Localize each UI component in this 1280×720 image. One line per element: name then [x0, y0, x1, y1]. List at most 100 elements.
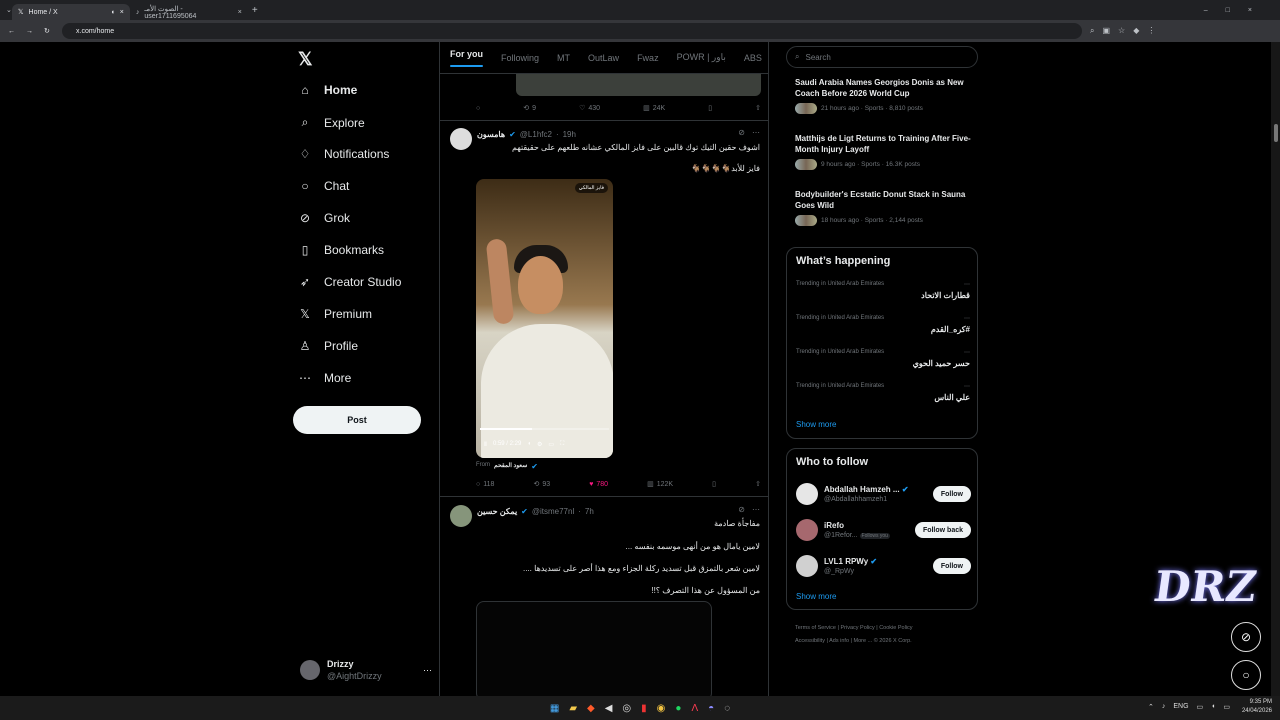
show-more-link[interactable]: Show more [796, 592, 836, 601]
sidebar-item-premium[interactable]: 𝕏 Premium [298, 307, 372, 321]
close-icon[interactable]: × [238, 9, 242, 16]
views-action[interactable]: ▥ 122K [647, 480, 673, 489]
news-item[interactable]: Matthijs de Ligt Returns to Training Aft… [795, 133, 971, 170]
more-icon[interactable]: ⋯ [964, 281, 970, 288]
brave-icon[interactable]: ◆ [587, 703, 595, 714]
follow-button[interactable]: Follow [932, 558, 971, 574]
pip-icon[interactable]: ▭ [548, 441, 554, 448]
grok-icon[interactable]: ⊘ [738, 505, 745, 514]
post-card[interactable]: يمكن حسين ✔ @itsme77nl · 7h ⊘ ⋯ مفاجأة ص… [440, 497, 768, 696]
discord-icon[interactable]: ◓ [708, 703, 714, 714]
tab-following[interactable]: Following [501, 53, 539, 63]
like-action[interactable]: ♥ 780 [589, 480, 608, 488]
tab-home-x[interactable]: 𝕏 Home / X ◖ × [11, 4, 130, 20]
bookmark-icon[interactable]: ▯ [712, 480, 716, 488]
settings-icon[interactable]: ⚙ [537, 441, 542, 448]
post-button[interactable]: Post [293, 406, 421, 434]
bookmark-icon[interactable]: ▯ [708, 104, 712, 112]
post-handle[interactable]: @itsme77nl [532, 507, 574, 516]
media-placeholder[interactable] [476, 601, 712, 696]
volume-icon[interactable]: ◖ [1211, 703, 1215, 711]
file-explorer-icon[interactable]: ▰ [569, 703, 577, 714]
sidebar-item-explore[interactable]: ⌕ Explore [298, 115, 365, 130]
sidebar-item-creator-studio[interactable]: ➶ Creator Studio [298, 275, 401, 289]
footer-link[interactable]: Terms of Service [795, 625, 836, 631]
windows-start-icon[interactable]: ▦ [550, 703, 559, 714]
scrollbar-thumb[interactable] [1274, 124, 1278, 142]
grok-icon[interactable]: ⊘ [738, 128, 745, 137]
reply-icon[interactable]: ○ [476, 104, 480, 112]
repost-action[interactable]: ⟲ 93 [533, 480, 550, 489]
follow-suggestion[interactable]: Abdallah Hamzeh ... ✔ @Abdallahhamzeh1 Fo… [796, 483, 971, 505]
trend-item[interactable]: Trending in United Arab Emirates ⋯ #كره_ال… [796, 315, 970, 334]
share-icon[interactable]: ⇧ [755, 480, 761, 488]
trend-item[interactable]: Trending in United Arab Emirates ⋯ قطارات … [796, 281, 970, 300]
language-indicator[interactable]: ENG [1173, 703, 1188, 711]
chat-icon[interactable]: ○ [1231, 660, 1261, 690]
address-bar[interactable]: x.com/home [62, 23, 1082, 39]
trend-item[interactable]: Trending in United Arab Emirates ⋯ حسر حمي… [796, 349, 970, 368]
forward-icon[interactable]: → [26, 28, 33, 35]
back-icon[interactable]: ← [8, 28, 15, 35]
app-icon[interactable]: ◀ [605, 703, 613, 714]
menu-icon[interactable]: ⋮ [1147, 26, 1155, 36]
spotify-icon[interactable]: ● [675, 703, 681, 714]
show-more-link[interactable]: Show more [796, 420, 836, 429]
tab-abs[interactable]: ABS [744, 53, 762, 63]
app-icon[interactable]: ◎ [622, 703, 631, 714]
follow-button[interactable]: Follow [932, 486, 971, 502]
page-scrollbar[interactable] [1271, 42, 1280, 696]
refresh-icon[interactable]: ↻ [44, 27, 50, 35]
footer-link[interactable]: Accessibility [795, 638, 825, 644]
sidebar-item-more[interactable]: ⋯ More [298, 371, 351, 385]
post-author-name[interactable]: يمكن حسين [477, 507, 517, 516]
star-icon[interactable]: ☆ [1118, 26, 1125, 36]
reply-action[interactable]: ○ 118 [476, 480, 494, 488]
post-time[interactable]: 19h [563, 130, 576, 139]
post-time[interactable]: 7h [585, 507, 594, 516]
new-tab-button[interactable]: + [252, 5, 258, 16]
x-logo-icon[interactable]: 𝕏 [298, 49, 313, 70]
more-icon[interactable]: ⋯ [964, 349, 970, 356]
close-icon[interactable]: × [120, 9, 124, 16]
more-icon[interactable]: ⋯ [964, 383, 970, 390]
post-handle[interactable]: @L1hfc2 [520, 130, 552, 139]
adobe-icon[interactable]: Λ [691, 703, 698, 714]
tab-powr[interactable]: POWR | باور [677, 52, 726, 63]
app-icon[interactable]: ▮ [641, 703, 647, 714]
video-player[interactable]: فايز المالكي Ⅱ 0:59 / 2:29 ◖ ⚙ ▭ ⛶ [476, 179, 613, 458]
avatar[interactable] [796, 555, 818, 577]
video-progress[interactable] [480, 428, 609, 430]
tab-mt[interactable]: MT [557, 53, 570, 63]
tab-outlaw[interactable]: OutLaw [588, 53, 619, 63]
footer-link[interactable]: More ... [854, 638, 873, 644]
avatar[interactable] [796, 483, 818, 505]
sidebar-item-profile[interactable]: ♙ Profile [298, 339, 358, 353]
footer-link[interactable]: Ads info [829, 638, 849, 644]
follow-back-button[interactable]: Follow back [914, 522, 971, 538]
source-name[interactable]: سعود المقحم [494, 462, 527, 471]
sidebar-item-bookmarks[interactable]: ▯ Bookmarks [298, 243, 384, 257]
pause-icon[interactable]: Ⅱ [484, 441, 487, 448]
like-action[interactable]: ♡ 430 [579, 104, 600, 113]
post-card[interactable]: هامسون ✔ @L1hfc2 · 19h ⊘ ⋯ اشوف حقين الت… [440, 121, 768, 497]
views-action[interactable]: ▥ 24K [643, 104, 665, 113]
sidebar-item-chat[interactable]: ○ Chat [298, 179, 349, 193]
sidebar-item-notifications[interactable]: ♢ Notifications [298, 147, 390, 161]
tab-menu-icon[interactable]: ⌄ [6, 6, 12, 14]
more-icon[interactable]: ⋯ [752, 505, 760, 514]
footer-link[interactable]: Privacy Policy [840, 625, 874, 631]
grok-icon[interactable]: ⊘ [1231, 622, 1261, 652]
chrome-icon[interactable]: ◉ [657, 703, 666, 714]
extension-icon[interactable]: ◆ [1133, 26, 1139, 36]
news-item[interactable]: Bodybuilder's Ecstatic Donut Stack in Sa… [795, 189, 971, 226]
network-icon[interactable]: ▭ [1197, 703, 1204, 711]
battery-icon[interactable]: ▭ [1223, 703, 1230, 711]
avatar[interactable] [450, 505, 472, 527]
avatar[interactable] [796, 519, 818, 541]
account-switcher[interactable]: Drizzy @AightDrizzy ⋯ [300, 659, 432, 681]
trend-item[interactable]: Trending in United Arab Emirates ⋯ علي الن… [796, 383, 970, 402]
repost-action[interactable]: ⟲ 9 [523, 104, 536, 113]
clock[interactable]: 9:35 PM 24/04/2026 [1242, 698, 1272, 716]
fullscreen-icon[interactable]: ⛶ [560, 441, 564, 448]
